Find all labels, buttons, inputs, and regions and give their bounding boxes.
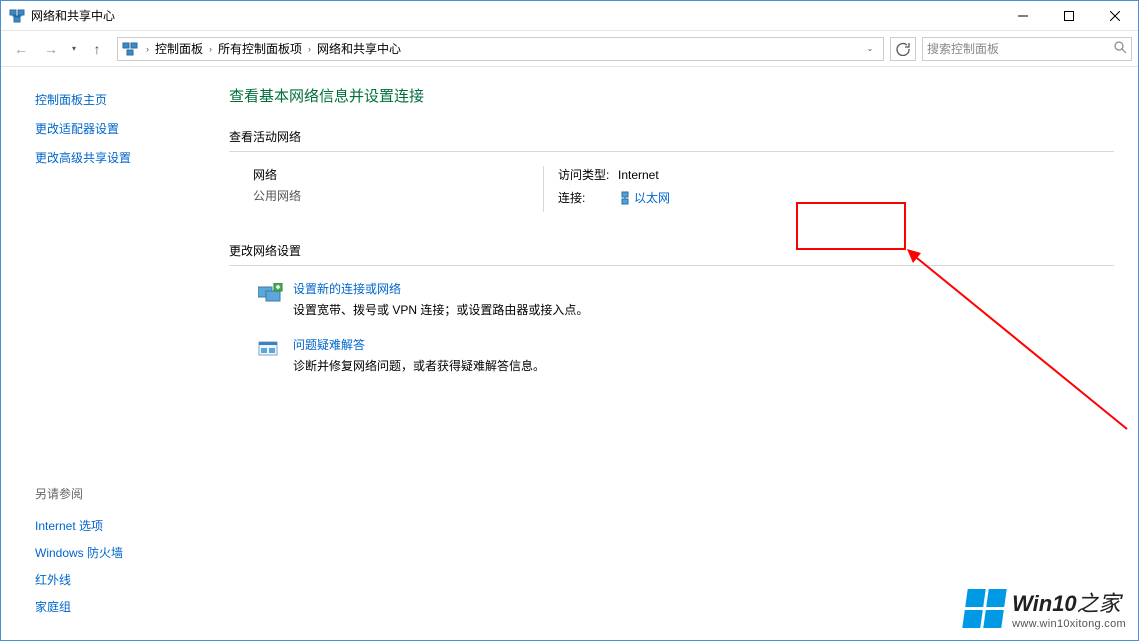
titlebar: 网络和共享中心 <box>1 1 1138 31</box>
sidebar-link-adapter[interactable]: 更改适配器设置 <box>1 114 211 143</box>
window-title: 网络和共享中心 <box>31 7 115 24</box>
minimize-button[interactable] <box>1000 1 1046 30</box>
search-icon <box>1114 41 1127 57</box>
new-connection-icon <box>257 280 285 308</box>
breadcrumb-item[interactable]: 所有控制面板项 <box>216 40 304 57</box>
option-new-connection-desc: 设置宽带、拨号或 VPN 连接；或设置路由器或接入点。 <box>293 301 588 318</box>
access-type-label: 访问类型: <box>558 166 618 183</box>
sidebar-link-sharing[interactable]: 更改高级共享设置 <box>1 143 211 172</box>
page-heading: 查看基本网络信息并设置连接 <box>229 85 1114 106</box>
back-button[interactable]: ← <box>7 35 35 63</box>
search-input[interactable] <box>927 42 1114 56</box>
network-name: 网络 <box>253 166 543 183</box>
option-new-connection-title[interactable]: 设置新的连接或网络 <box>293 280 588 297</box>
close-button[interactable] <box>1092 1 1138 30</box>
chevron-right-icon[interactable]: › <box>205 44 216 54</box>
sidebar: 控制面板主页 更改适配器设置 更改高级共享设置 另请参阅 Internet 选项… <box>1 67 211 640</box>
see-also-firewall[interactable]: Windows 防火墙 <box>35 539 211 566</box>
option-new-connection[interactable]: 设置新的连接或网络 设置宽带、拨号或 VPN 连接；或设置路由器或接入点。 <box>257 280 1114 318</box>
option-troubleshoot[interactable]: 问题疑难解答 诊断并修复网络问题，或者获得疑难解答信息。 <box>257 336 1114 374</box>
ethernet-icon <box>618 191 632 205</box>
refresh-button[interactable] <box>890 37 916 61</box>
address-bar[interactable]: › 控制面板 › 所有控制面板项 › 网络和共享中心 ⌄ <box>117 37 884 61</box>
see-also-infrared[interactable]: 红外线 <box>35 566 211 593</box>
active-network-block: 网络 公用网络 访问类型: Internet 连接: <box>253 166 1114 212</box>
address-icon <box>122 41 138 57</box>
change-settings-heading: 更改网络设置 <box>229 242 1114 266</box>
forward-button[interactable]: → <box>37 35 65 63</box>
search-box[interactable] <box>922 37 1132 61</box>
main-content: 查看基本网络信息并设置连接 查看活动网络 网络 公用网络 访问类型: Inter… <box>211 67 1138 640</box>
option-troubleshoot-desc: 诊断并修复网络问题，或者获得疑难解答信息。 <box>293 357 545 374</box>
chevron-right-icon[interactable]: › <box>304 44 315 54</box>
breadcrumb-item[interactable]: 网络和共享中心 <box>315 40 403 57</box>
see-also-homegroup[interactable]: 家庭组 <box>35 593 211 620</box>
chevron-right-icon[interactable]: › <box>142 44 153 54</box>
troubleshoot-icon <box>257 336 285 364</box>
sidebar-link-home[interactable]: 控制面板主页 <box>1 85 211 114</box>
connection-link[interactable]: 以太网 <box>618 189 670 206</box>
see-also-heading: 另请参阅 <box>35 485 211 502</box>
connection-label: 连接: <box>558 189 618 206</box>
see-also-section: 另请参阅 Internet 选项 Windows 防火墙 红外线 家庭组 <box>1 485 211 640</box>
up-button[interactable]: ↑ <box>83 35 111 63</box>
see-also-internet-options[interactable]: Internet 选项 <box>35 512 211 539</box>
maximize-button[interactable] <box>1046 1 1092 30</box>
breadcrumb-item[interactable]: 控制面板 <box>153 40 205 57</box>
network-type: 公用网络 <box>253 187 543 204</box>
connection-link-text: 以太网 <box>634 189 670 206</box>
navbar: ← → ▾ ↑ › 控制面板 › 所有控制面板项 › 网络和共享中心 ⌄ <box>1 31 1138 67</box>
address-dropdown-icon[interactable]: ⌄ <box>861 44 879 53</box>
access-type-value: Internet <box>618 168 659 182</box>
app-icon <box>9 8 25 24</box>
option-troubleshoot-title[interactable]: 问题疑难解答 <box>293 336 545 353</box>
history-dropdown[interactable]: ▾ <box>67 35 81 63</box>
active-networks-heading: 查看活动网络 <box>229 128 1114 152</box>
